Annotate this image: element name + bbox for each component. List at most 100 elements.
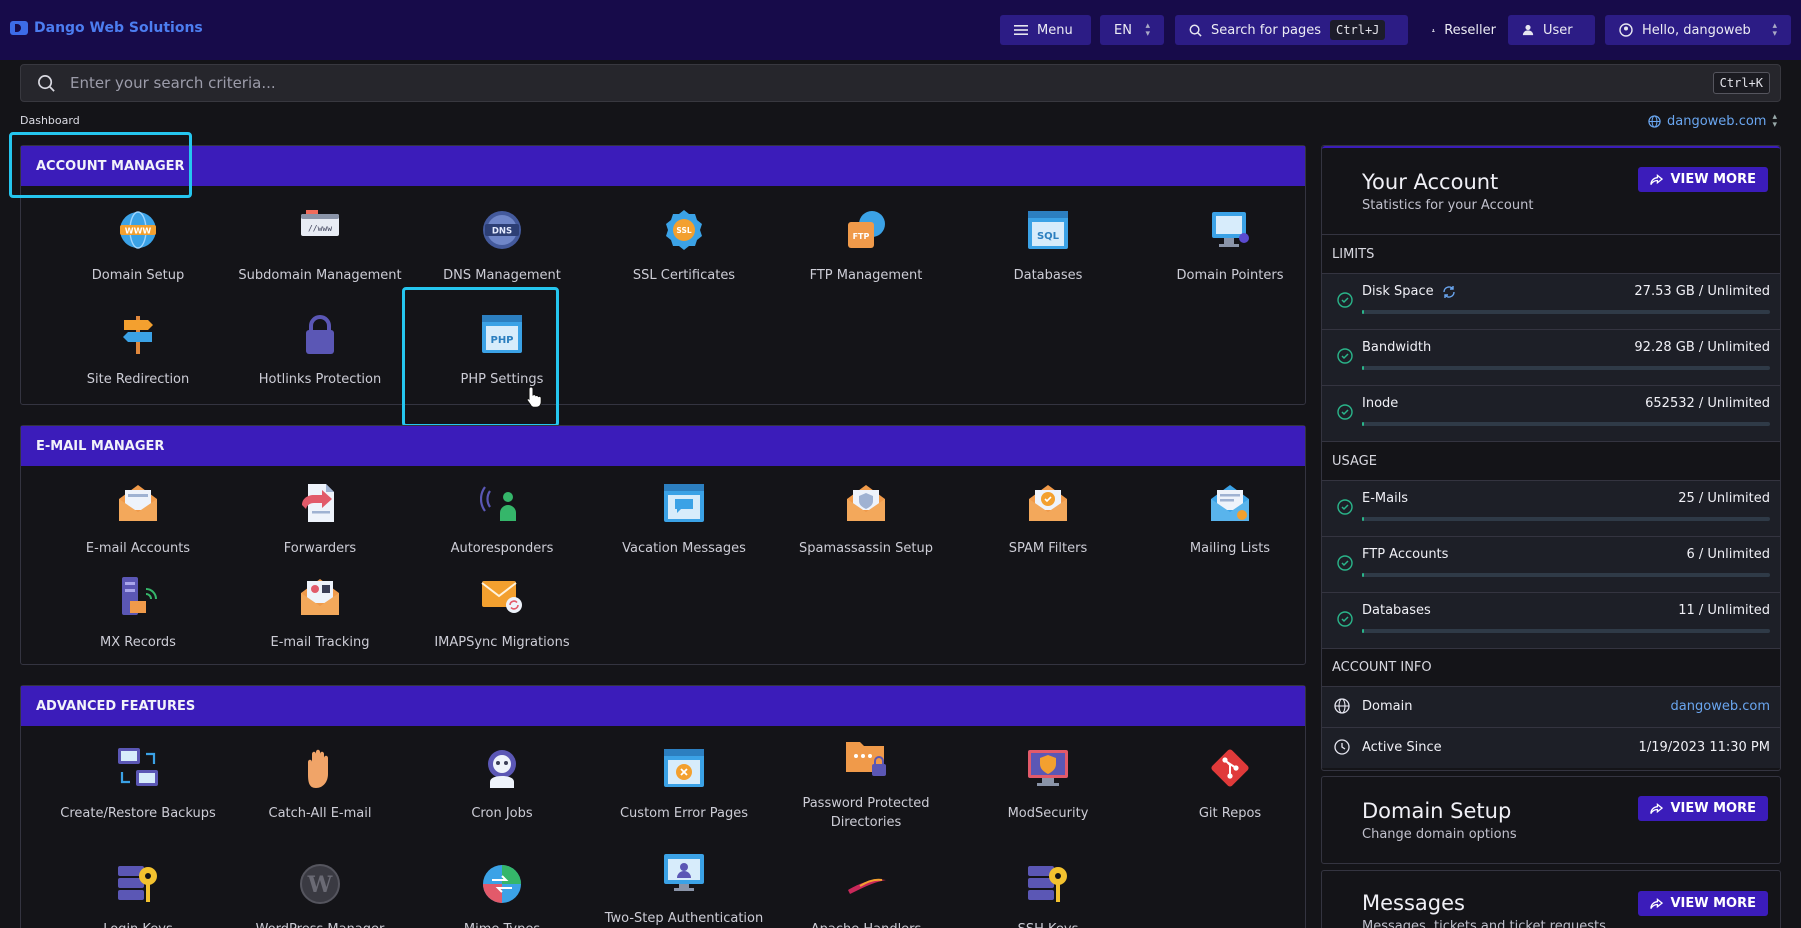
- backup-monitors-icon: [118, 748, 158, 786]
- tile-label: Mailing Lists: [1189, 541, 1271, 556]
- page-search-button[interactable]: Search for pages Ctrl+J: [1175, 15, 1408, 45]
- usage-bar: [1362, 366, 1770, 370]
- brand-name: Dango Web Solutions: [34, 20, 203, 36]
- tile-mailing-lists[interactable]: Mailing Lists: [1140, 481, 1320, 558]
- tile-login-keys[interactable]: Login Keys: [48, 862, 228, 928]
- refresh-icon[interactable]: [1442, 285, 1456, 299]
- account-dropdown[interactable]: Hello, dangoweb ▴ ▾: [1605, 15, 1791, 45]
- tile-catch-all-email[interactable]: Catch-All E-mail: [230, 746, 410, 823]
- tile-domain-setup[interactable]: WWW Domain Setup: [48, 208, 228, 285]
- tile-label: Forwarders: [283, 541, 357, 556]
- stat-value: 652532 / Unlimited: [1645, 396, 1770, 411]
- tile-wordpress-manager[interactable]: W WordPress Manager: [230, 862, 410, 928]
- tile-two-step-authentication[interactable]: Two-Step Authentication: [594, 851, 774, 928]
- tile-spam-filters[interactable]: SPAM Filters: [958, 481, 1138, 558]
- tile-domain-pointers[interactable]: Domain Pointers: [1140, 208, 1320, 285]
- tile-forwarders[interactable]: Forwarders: [230, 481, 410, 558]
- tile-imapsync-migrations[interactable]: IMAPSync Migrations: [412, 575, 592, 652]
- card-subtitle: Change domain options: [1362, 827, 1517, 842]
- domain-selector[interactable]: dangoweb.com ▴ ▾: [1648, 112, 1777, 130]
- info-row-active-since: Active Since 1/19/2023 11:30 PM: [1322, 727, 1780, 768]
- shortcut-hint: Ctrl+K: [1712, 72, 1770, 94]
- mail-sync-icon: [481, 581, 522, 613]
- tile-label: Mime Types: [412, 920, 592, 928]
- usage-bar-fill: [1362, 366, 1365, 370]
- user-icon: [1522, 24, 1534, 36]
- tile-cron-jobs[interactable]: Cron Jobs: [412, 746, 592, 823]
- tile-vacation-messages[interactable]: Vacation Messages: [594, 481, 774, 558]
- stat-value: 27.53 GB / Unlimited: [1634, 284, 1770, 299]
- usage-bar: [1362, 422, 1770, 426]
- updown-icon: ▴ ▾: [1772, 21, 1777, 39]
- server-key-icon: [1028, 866, 1067, 902]
- tile-ssh-keys[interactable]: SSH Keys: [958, 862, 1138, 928]
- usage-bar-fill: [1362, 629, 1365, 633]
- user-cog-icon: [1432, 28, 1435, 32]
- shield-monitor-icon: [1028, 750, 1068, 786]
- tile-email-tracking[interactable]: E-mail Tracking: [230, 575, 410, 652]
- card-title: Messages: [1362, 891, 1465, 915]
- logo-icon: [10, 21, 28, 35]
- tile-hotlinks-protection[interactable]: Hotlinks Protection: [230, 312, 410, 389]
- tile-ssl-certificates[interactable]: SSL SSL Certificates: [594, 208, 774, 285]
- tile-label: Databases: [1013, 268, 1083, 283]
- tile-dns-management[interactable]: DNS DNS Management: [412, 208, 592, 285]
- tile-apache-handlers[interactable]: Apache Handlers: [776, 862, 956, 928]
- ssl-badge-icon: SSL: [666, 210, 702, 250]
- usage-bar: [1362, 517, 1770, 521]
- limits-heading: LIMITS: [1322, 234, 1780, 273]
- brand-logo[interactable]: Dango Web Solutions: [10, 20, 203, 36]
- server-signal-icon: [122, 577, 157, 615]
- tile-autoresponders[interactable]: Autoresponders: [412, 481, 592, 558]
- user-circle-icon: [1619, 23, 1633, 37]
- tile-modsecurity[interactable]: ModSecurity: [958, 746, 1138, 823]
- svg-text:FTP: FTP: [853, 232, 870, 241]
- tile-label: IMAPSync Migrations: [434, 635, 570, 650]
- view-more-button[interactable]: VIEW MORE: [1638, 891, 1768, 916]
- info-row-domain: Domain dangoweb.com: [1322, 686, 1780, 727]
- tile-label: DNS Management: [443, 268, 561, 283]
- account-panel-header: Your Account Statistics for your Account…: [1322, 146, 1780, 234]
- tile-site-redirection[interactable]: Site Redirection: [48, 312, 228, 389]
- account-info-heading: ACCOUNT INFO: [1322, 648, 1780, 686]
- domain-link[interactable]: dangoweb.com: [1671, 699, 1770, 714]
- tile-password-protected-directories[interactable]: Password Protected Directories: [776, 736, 956, 832]
- tile-subdomain-management[interactable]: //www Subdomain Management: [230, 208, 410, 285]
- tile-label: Git Repos: [1198, 806, 1262, 821]
- tile-label: Subdomain Management: [238, 268, 402, 283]
- shortcut-hint: Ctrl+J: [1330, 20, 1386, 40]
- tile-mx-records[interactable]: MX Records: [48, 575, 228, 652]
- tile-databases[interactable]: SQL Databases: [958, 208, 1138, 285]
- check-circle-icon: [1337, 348, 1353, 364]
- usage-heading: USAGE: [1322, 441, 1780, 480]
- tile-ftp-management[interactable]: FTP FTP Management: [776, 208, 956, 285]
- tile-spamassassin-setup[interactable]: Spamassassin Setup: [776, 481, 956, 558]
- tile-label: Autoresponders: [450, 541, 554, 556]
- breadcrumb[interactable]: Dashboard: [20, 114, 80, 127]
- search-icon: [38, 74, 55, 92]
- monitor-pointer-icon: [1212, 212, 1249, 247]
- email-manager-section: E-MAIL MANAGER E-mail Accounts Forwarder…: [20, 425, 1306, 665]
- view-more-button[interactable]: VIEW MORE: [1638, 796, 1768, 821]
- updown-icon: ▴ ▾: [1772, 112, 1777, 130]
- tile-email-accounts[interactable]: E-mail Accounts: [48, 481, 228, 558]
- tile-mime-types[interactable]: Mime Types: [412, 862, 592, 928]
- tile-label: Domain Setup: [91, 268, 185, 283]
- tile-label: Domain Pointers: [1176, 268, 1284, 283]
- section-title: ADVANCED FEATURES: [21, 686, 1305, 726]
- reseller-button[interactable]: Reseller: [1418, 15, 1510, 45]
- tile-custom-error-pages[interactable]: Custom Error Pages: [594, 746, 774, 823]
- language-select[interactable]: EN ▴ ▾: [1100, 15, 1164, 45]
- tile-create-restore-backups[interactable]: Create/Restore Backups: [48, 746, 228, 823]
- tile-git-repos[interactable]: Git Repos: [1140, 746, 1320, 823]
- usage-bar-fill: [1362, 573, 1365, 577]
- www-globe-icon: WWW: [120, 211, 156, 249]
- search-input[interactable]: [70, 74, 1713, 92]
- usage-bar: [1362, 629, 1770, 633]
- menu-button[interactable]: Menu: [1000, 15, 1091, 45]
- account-stats-panel: Your Account Statistics for your Account…: [1321, 145, 1781, 771]
- info-label: Domain: [1362, 699, 1413, 714]
- view-more-button[interactable]: VIEW MORE: [1638, 167, 1768, 192]
- user-button[interactable]: User: [1508, 15, 1595, 45]
- share-arrow-icon: [1650, 897, 1664, 909]
